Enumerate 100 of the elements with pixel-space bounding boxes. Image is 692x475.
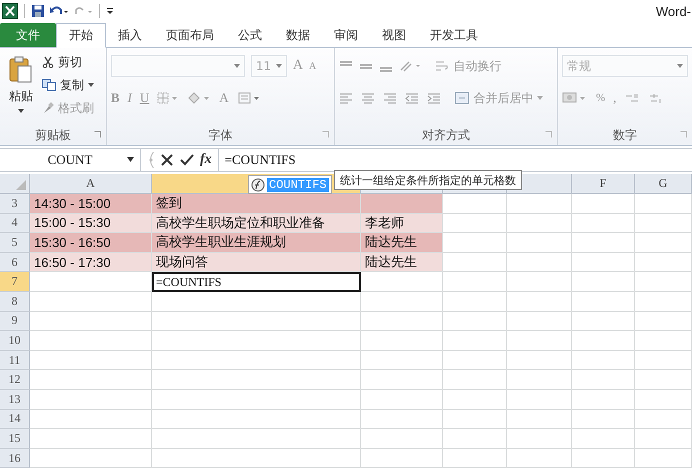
group-label: 剪贴板	[34, 126, 71, 144]
row-header[interactable]: 16	[0, 448, 30, 468]
column-header[interactable]: G	[635, 174, 692, 193]
table-cell	[572, 233, 635, 253]
table-cell	[507, 410, 572, 430]
row-header[interactable]: 7	[0, 272, 30, 292]
cut-button[interactable]: 剪切	[42, 52, 94, 72]
row-header[interactable]: 4	[0, 214, 30, 234]
column-header[interactable]: F	[572, 174, 635, 193]
scissors-icon	[42, 56, 54, 68]
table-cell	[635, 370, 692, 390]
save-icon[interactable]	[31, 4, 45, 18]
row-header[interactable]: 11	[0, 350, 30, 370]
ribbon-tab[interactable]: 视图	[370, 23, 418, 47]
table-cell	[443, 448, 507, 468]
table-cell	[572, 194, 635, 214]
ribbon-tab[interactable]: 插入	[106, 23, 154, 47]
table-cell	[572, 214, 635, 234]
row-header[interactable]: 14	[0, 410, 30, 430]
row-header[interactable]: 10	[0, 331, 30, 351]
table-cell	[443, 292, 507, 312]
ribbon-tab[interactable]: 审阅	[322, 23, 370, 47]
align-left-icon[interactable]	[339, 92, 354, 104]
copy-button[interactable]: 复制	[42, 75, 94, 95]
caret-icon	[88, 83, 94, 87]
table-cell	[507, 292, 572, 312]
ribbon-tab[interactable]: 开始	[56, 23, 106, 48]
wrap-text-icon	[435, 60, 450, 72]
name-box[interactable]: COUNT	[0, 149, 141, 171]
table-cell	[635, 312, 692, 332]
clipboard-icon	[9, 56, 33, 84]
ribbon-tab[interactable]: 文件	[0, 23, 56, 47]
function-name: COUNTIFS	[267, 178, 329, 192]
row-header[interactable]: 9	[0, 312, 30, 332]
table-cell	[507, 312, 572, 332]
row-header[interactable]: 8	[0, 292, 30, 312]
table-cell	[443, 214, 507, 234]
borders-icon[interactable]	[157, 92, 180, 104]
table-cell	[635, 214, 692, 234]
paste-button[interactable]: 粘贴	[4, 52, 38, 125]
table-cell	[635, 448, 692, 468]
ribbon-tab[interactable]: 页面布局	[154, 23, 226, 47]
table-cell: 高校学生职场定位和职业准备	[152, 214, 361, 234]
table-cell	[635, 252, 692, 272]
phonetic-guide-icon[interactable]	[236, 91, 261, 105]
table-cell	[572, 429, 635, 449]
triangle-icon	[16, 180, 26, 190]
table-cell	[572, 448, 635, 468]
table-cell: 高校学生职业生涯规划	[152, 233, 361, 253]
caret-icon	[537, 96, 544, 100]
table-cell: =COUNTIFS	[152, 272, 361, 292]
align-center-icon[interactable]	[361, 92, 376, 104]
table-cell	[635, 350, 692, 370]
merge-cells-icon	[455, 92, 470, 104]
row-header[interactable]: 13	[0, 390, 30, 410]
table-cell	[507, 194, 572, 214]
dialog-launcher-icon[interactable]	[545, 131, 552, 138]
customize-toolbar-icon[interactable]	[106, 6, 114, 16]
ribbon-tab[interactable]: 公式	[226, 23, 274, 47]
caret-icon	[276, 64, 282, 68]
dialog-launcher-icon[interactable]	[680, 131, 687, 138]
dialog-launcher-icon[interactable]	[322, 131, 330, 138]
increase-decimal-icon[interactable]	[624, 92, 640, 104]
table-cell	[507, 429, 572, 449]
table-cell	[507, 350, 572, 370]
fill-color-icon[interactable]	[187, 91, 212, 105]
row-header[interactable]: 15	[0, 429, 30, 449]
table-cell	[443, 410, 507, 430]
table-cell	[507, 252, 572, 272]
table-cell	[572, 390, 635, 410]
table-cell	[443, 252, 507, 272]
caret-icon	[127, 157, 134, 162]
insert-function-button[interactable]: fx	[200, 152, 212, 168]
increase-indent-icon[interactable]	[427, 92, 442, 104]
table-cell	[507, 448, 572, 468]
ribbon-tab[interactable]: 数据	[274, 23, 322, 47]
table-cell	[572, 312, 635, 332]
row-header[interactable]: 5	[0, 233, 30, 253]
align-right-icon[interactable]	[383, 92, 398, 104]
table-cell	[443, 350, 507, 370]
table-cell	[507, 390, 572, 410]
enter-check-icon[interactable]	[180, 153, 194, 167]
table-cell	[443, 390, 507, 410]
dialog-launcher-icon[interactable]	[94, 131, 101, 138]
row-header[interactable]: 3	[0, 194, 30, 214]
table-cell: 15:30 - 16:50	[30, 233, 152, 253]
currency-icon[interactable]	[562, 91, 588, 105]
row-header[interactable]: 12	[0, 370, 30, 390]
ribbon-tab[interactable]: 开发工具	[418, 23, 490, 47]
table-cell	[443, 194, 507, 214]
table-cell: 15:00 - 15:30	[30, 214, 152, 234]
group-label: 数字	[613, 126, 637, 144]
table-cell	[635, 233, 692, 253]
table-cell	[507, 331, 572, 351]
row-header[interactable]: 6	[0, 252, 30, 272]
cancel-icon[interactable]	[160, 153, 174, 167]
brush-icon	[42, 102, 54, 114]
caret-icon	[677, 64, 683, 68]
decrease-indent-icon[interactable]	[405, 92, 420, 104]
grip-icon	[147, 152, 154, 168]
